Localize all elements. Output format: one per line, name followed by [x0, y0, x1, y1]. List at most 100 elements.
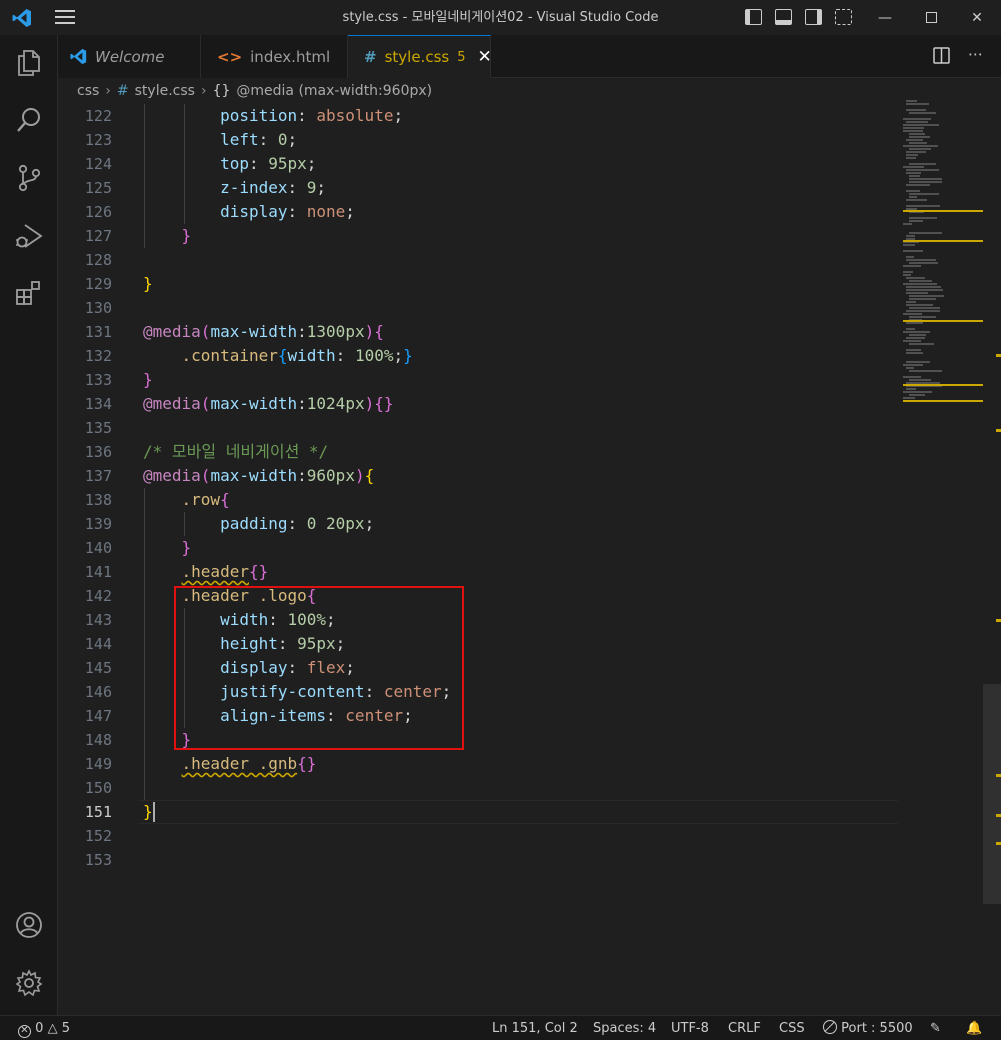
code-line[interactable]: padding: 0 20px; [143, 512, 374, 536]
toggle-secondary-sidebar-icon[interactable] [805, 9, 822, 25]
cursor-position[interactable]: Ln 151, Col 2 [492, 1016, 578, 1040]
customize-layout-icon[interactable] [835, 9, 852, 25]
code-line[interactable]: .container{width: 100%;} [143, 344, 413, 368]
minimap-line [909, 136, 930, 138]
minimap-warning-marker [903, 384, 983, 386]
code-editor[interactable]: 122 position: absolute; 123 left: 0; 124 t… [58, 104, 1001, 1015]
minimap-line [906, 301, 916, 303]
code-line[interactable]: } [143, 272, 153, 296]
line-number: 125 [84, 179, 112, 197]
code-line[interactable]: .header .gnb{} [143, 752, 317, 776]
minimap-line [903, 391, 932, 393]
vscode-logo-icon[interactable] [12, 8, 32, 28]
toggle-panel-icon[interactable] [775, 9, 792, 25]
line-number: 124 [84, 155, 112, 173]
code-line[interactable]: } [143, 800, 153, 824]
minimap-line [903, 271, 913, 273]
source-control-icon[interactable] [14, 163, 44, 193]
minimap-line [906, 190, 920, 192]
line-number: 146 [84, 683, 112, 701]
tab-index-html[interactable]: <> index.html [201, 35, 348, 78]
minimap-line [903, 145, 938, 147]
split-editor-icon[interactable] [933, 47, 950, 64]
explorer-icon[interactable] [14, 47, 44, 77]
minimap-line [903, 283, 937, 285]
indentation-status[interactable]: Spaces: 4 [593, 1016, 656, 1040]
breadcrumb-symbol[interactable]: @media (max-width:960px) [236, 83, 432, 99]
line-number: 128 [84, 251, 112, 269]
code-line[interactable]: display: none; [143, 200, 355, 224]
minimap-line [909, 316, 936, 318]
minimap-line [906, 157, 916, 159]
minimap-line [903, 364, 923, 366]
minimap-line [906, 256, 914, 258]
layout-controls [745, 9, 852, 25]
tab-bar: Welcome <> index.html # style.css 5 ✕ ⋯ [58, 35, 1001, 78]
breadcrumb-file[interactable]: style.css [135, 83, 195, 99]
minimap-line [903, 376, 921, 378]
gear-icon[interactable] [14, 968, 44, 998]
error-count: 0 [35, 1021, 44, 1036]
tab-style-css[interactable]: # style.css 5 ✕ [348, 35, 492, 78]
line-number: 140 [84, 539, 112, 557]
minimap-line [903, 223, 912, 225]
search-icon[interactable] [14, 105, 44, 135]
minimize-icon[interactable]: — [862, 0, 908, 35]
code-line[interactable]: .row{ [143, 488, 230, 512]
copilot-icon[interactable]: ✎ [930, 1016, 941, 1040]
extensions-icon[interactable] [14, 279, 44, 309]
minimap-line [909, 178, 942, 180]
minimap[interactable] [903, 100, 983, 410]
minimap-line [906, 289, 943, 291]
accounts-icon[interactable] [14, 910, 44, 940]
code-line[interactable]: @media(max-width:960px){ [143, 464, 374, 488]
code-line[interactable]: top: 95px; [143, 152, 316, 176]
minimap-line [909, 181, 942, 183]
css-hash-icon: # [364, 48, 377, 66]
eol-status[interactable]: CRLF [728, 1016, 761, 1040]
minimap-line [903, 274, 911, 276]
line-number: 152 [84, 827, 112, 845]
run-and-debug-icon[interactable] [14, 221, 44, 251]
code-line[interactable]: left: 0; [143, 128, 297, 152]
minimap-line [909, 334, 926, 336]
scrollbar-thumb[interactable] [983, 684, 1001, 904]
maximize-icon[interactable] [908, 0, 954, 35]
minimap-line [909, 163, 936, 165]
error-icon: ✕ [18, 1025, 31, 1038]
close-tab-icon[interactable]: ✕ [477, 47, 491, 67]
live-server-port[interactable]: Port : 5500 [823, 1016, 913, 1040]
code-line[interactable]: position: absolute; [143, 104, 403, 128]
toggle-primary-sidebar-icon[interactable] [745, 9, 762, 25]
minimap-warning-marker [903, 400, 983, 402]
line-number: 150 [84, 779, 112, 797]
minimap-line [906, 286, 941, 288]
code-line[interactable]: /* 모바일 네비게이션 */ [143, 440, 328, 464]
more-actions-icon[interactable]: ⋯ [968, 47, 983, 64]
code-line[interactable]: } [143, 536, 192, 560]
chevron-right-icon: › [105, 83, 111, 99]
problems-status[interactable]: ✕ 0 △ 5 [18, 1016, 70, 1040]
close-window-icon[interactable]: ✕ [954, 0, 1000, 35]
code-line[interactable]: @media(max-width:1300px){ [143, 320, 384, 344]
language-mode[interactable]: CSS [779, 1016, 805, 1040]
line-number: 147 [84, 707, 112, 725]
bell-icon[interactable]: 🔔 [966, 1016, 982, 1040]
code-line[interactable]: z-index: 9; [143, 176, 326, 200]
minimap-line [909, 133, 925, 135]
code-line[interactable]: } [143, 368, 153, 392]
minimap-line [909, 217, 937, 219]
minimap-line [906, 154, 918, 156]
line-number: 133 [84, 371, 112, 389]
breadcrumb-folder[interactable]: css [77, 83, 99, 99]
minimap-line [906, 100, 917, 102]
port-label: Port : 5500 [841, 1021, 913, 1036]
code-line[interactable]: } [143, 224, 192, 248]
line-number: 151 [84, 803, 112, 821]
vertical-scrollbar[interactable] [983, 104, 1001, 1015]
code-line[interactable]: @media(max-width:1024px){} [143, 392, 393, 416]
encoding-status[interactable]: UTF-8 [671, 1016, 709, 1040]
tab-welcome[interactable]: Welcome [58, 35, 201, 78]
code-line[interactable]: .header{} [143, 560, 269, 584]
menu-icon[interactable] [55, 10, 75, 26]
